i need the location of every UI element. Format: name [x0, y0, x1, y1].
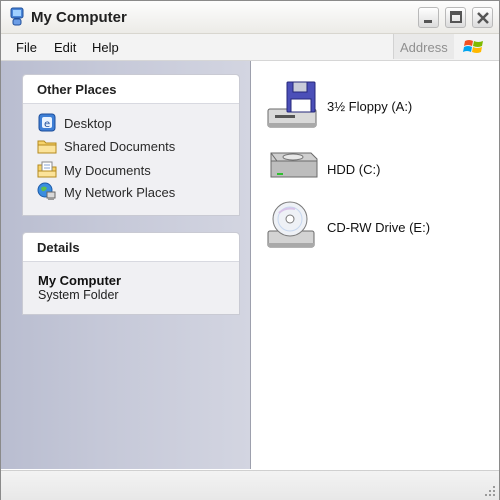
maximize-button[interactable] — [445, 7, 466, 28]
details-name: My Computer — [38, 273, 122, 288]
panel-title: Details — [37, 240, 80, 255]
cd-drive-icon — [267, 201, 315, 248]
floppy-drive-icon — [267, 81, 317, 128]
window-title: My Computer — [31, 9, 127, 26]
place-label: My Documents — [64, 163, 151, 178]
minimize-button[interactable] — [418, 7, 439, 28]
folder-icon — [37, 140, 57, 154]
desktop-icon: e — [38, 113, 56, 132]
address-label: Address — [400, 40, 448, 55]
panel-header[interactable]: Details — [23, 233, 239, 262]
menu-file[interactable]: File — [16, 40, 37, 55]
details-panel: Details My Computer System Folder — [22, 232, 240, 315]
network-icon — [37, 182, 56, 200]
drive-label: CD-RW Drive (E:) — [327, 220, 431, 235]
drive-label: 3½ Floppy (A:) — [327, 99, 413, 114]
resize-grip-icon[interactable] — [484, 485, 496, 497]
panel-title: Other Places — [37, 82, 117, 97]
menu-help[interactable]: Help — [92, 40, 119, 55]
svg-text:e: e — [44, 119, 50, 130]
place-label: Shared Documents — [64, 139, 176, 154]
computer-icon — [10, 7, 24, 26]
status-bar — [1, 470, 499, 500]
maximize-icon — [450, 11, 462, 23]
documents-icon — [37, 161, 57, 178]
close-icon — [477, 12, 489, 24]
panel-header[interactable]: Other Places — [23, 75, 239, 104]
drive-label: HDD (C:) — [327, 162, 381, 177]
address-bar[interactable]: Address — [393, 34, 454, 59]
drive-floppy[interactable]: 3½ Floppy (A:) — [265, 79, 485, 139]
details-type: System Folder — [38, 288, 119, 302]
drive-cd[interactable]: CD-RW Drive (E:) — [265, 199, 485, 259]
hard-drive-icon — [270, 152, 318, 178]
title-bar[interactable]: My Computer — [1, 1, 499, 34]
place-label: Desktop — [64, 116, 112, 131]
minimize-icon — [424, 20, 432, 23]
task-pane: Other Places e Desktop Shared Documents — [1, 61, 251, 469]
drive-list: 3½ Floppy (A:) HDD (C:) CD-RW Drive (E:) — [251, 61, 499, 469]
windows-logo-icon — [463, 40, 483, 53]
place-label: My Network Places — [64, 185, 176, 200]
menu-edit[interactable]: Edit — [54, 40, 76, 55]
menu-bar: File Edit Help Address — [1, 34, 499, 61]
other-places-panel: Other Places e Desktop Shared Documents — [22, 74, 240, 216]
close-button[interactable] — [472, 7, 493, 28]
my-computer-window: My Computer File Edit Help Address Other… — [0, 0, 500, 500]
drive-hdd[interactable]: HDD (C:) — [265, 147, 485, 207]
